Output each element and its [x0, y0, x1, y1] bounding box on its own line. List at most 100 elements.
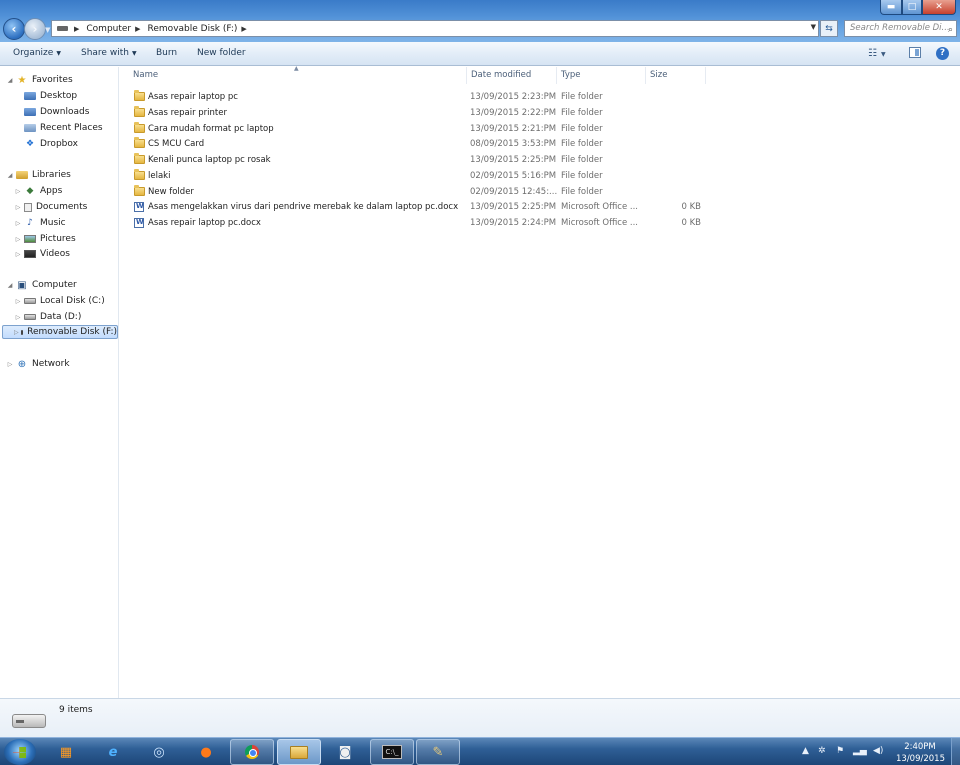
chevron-right-icon[interactable]: ▶: [74, 25, 79, 33]
collapse-arrow-icon[interactable]: ◢: [6, 282, 14, 289]
network-signal-icon[interactable]: ▂▄: [853, 746, 867, 756]
forward-button[interactable]: ›: [24, 18, 46, 40]
table-row[interactable]: New folder 02/09/2015 12:45:... File folde…: [120, 184, 720, 200]
refresh-button[interactable]: ⇆: [820, 20, 838, 37]
table-row[interactable]: Asas mengelakkan virus dari pendrive mer…: [120, 200, 720, 215]
taskbar-paint-button[interactable]: ✎: [416, 739, 460, 765]
search-icon[interactable]: ⌕: [948, 23, 953, 36]
burn-button[interactable]: Burn: [156, 48, 177, 58]
nav-libraries[interactable]: ◢ Libraries: [6, 168, 71, 182]
expand-arrow-icon[interactable]: ▷: [6, 361, 14, 368]
file-type: File folder: [561, 92, 603, 102]
nav-downloads[interactable]: Downloads: [14, 105, 89, 119]
table-row[interactable]: Kenali punca laptop pc rosak 13/09/2015 2…: [120, 153, 720, 168]
column-header-type[interactable]: Type: [557, 67, 646, 84]
action-center-flag-icon[interactable]: ⚑: [836, 746, 844, 756]
taskbar-firefox-button[interactable]: ●: [184, 739, 228, 765]
title-bar: ‹ › ▼ ▶ Computer ▶ Removable Disk (F:) ▶…: [0, 0, 960, 42]
taskbar-launcher-button[interactable]: ▦: [44, 739, 88, 765]
help-button[interactable]: ?: [936, 47, 949, 60]
preview-pane-button[interactable]: [909, 47, 921, 58]
hard-disk-icon: [24, 298, 36, 304]
nav-videos[interactable]: ▷ Videos: [14, 247, 70, 261]
nav-music[interactable]: ▷ ♪ Music: [14, 216, 66, 230]
file-list[interactable]: ▲ Name Date modified Type Size Asas repa…: [120, 65, 960, 698]
expand-arrow-icon[interactable]: ▷: [14, 236, 22, 243]
share-with-button[interactable]: Share with ▼: [81, 48, 137, 58]
recent-places-icon: [24, 124, 36, 132]
table-row[interactable]: Asas repair laptop pc 13/09/2015 2:23:PM F…: [120, 90, 720, 105]
expand-arrow-icon[interactable]: ▷: [14, 220, 22, 227]
taskbar-camera-button[interactable]: ◙: [323, 739, 367, 765]
taskbar-cmd-button[interactable]: C:\_: [370, 739, 414, 765]
organize-button[interactable]: Organize ▼: [13, 48, 61, 58]
breadcrumb-removable-disk[interactable]: Removable Disk (F:): [148, 24, 238, 34]
clock-time[interactable]: 2:40PM: [904, 742, 936, 752]
volume-icon[interactable]: ◀): [873, 746, 883, 756]
usb-device-icon[interactable]: ✲: [818, 746, 826, 756]
minimize-button[interactable]: ▬: [880, 0, 902, 15]
nav-pictures[interactable]: ▷ Pictures: [14, 232, 76, 246]
table-row[interactable]: Cara mudah format pc laptop 13/09/2015 2:…: [120, 121, 720, 137]
table-row[interactable]: CS MCU Card 08/09/2015 3:53:PM File folder: [120, 137, 720, 152]
table-row[interactable]: Asas repair laptop pc.docx 13/09/2015 2:2…: [120, 216, 720, 231]
nav-recent-places[interactable]: Recent Places: [14, 121, 103, 135]
close-button[interactable]: ✕: [922, 0, 956, 15]
expand-arrow-icon[interactable]: ▷: [14, 251, 22, 258]
maximize-button[interactable]: □: [902, 0, 922, 15]
folder-icon: [134, 105, 145, 117]
new-folder-button[interactable]: New folder: [197, 48, 246, 58]
chevron-right-icon[interactable]: ▶: [135, 25, 140, 33]
nav-removable-disk[interactable]: ▷ Removable Disk (F:): [2, 325, 118, 339]
nav-dropbox[interactable]: ❖ Dropbox: [14, 137, 78, 151]
start-button[interactable]: [4, 739, 36, 765]
show-hidden-icons-icon[interactable]: ▲: [802, 746, 809, 756]
nav-desktop[interactable]: Desktop: [14, 89, 77, 103]
address-dropdown-icon[interactable]: ▼: [811, 23, 816, 31]
expand-arrow-icon[interactable]: ▷: [14, 314, 22, 321]
clock-date[interactable]: 13/09/2015: [896, 754, 945, 764]
window-controls: ▬ □ ✕: [880, 0, 956, 16]
file-date-modified: 13/09/2015 2:23:PM: [470, 92, 557, 102]
change-view-button[interactable]: ☷ ▼: [868, 48, 886, 59]
address-bar[interactable]: ▶ Computer ▶ Removable Disk (F:) ▶ ▼: [51, 20, 819, 37]
collapse-arrow-icon[interactable]: ◢: [6, 77, 14, 84]
navigation-pane[interactable]: ◢ ★ Favorites Desktop Downloads Recent Pla…: [0, 67, 119, 698]
taskbar-safari-button[interactable]: ◎: [137, 739, 181, 765]
expand-arrow-icon[interactable]: ▷: [14, 188, 22, 195]
chevron-right-icon[interactable]: ▶: [241, 25, 246, 33]
recent-pages-dropdown-icon[interactable]: ▼: [45, 26, 50, 34]
table-row[interactable]: Asas repair printer 13/09/2015 2:22:PM Fil…: [120, 105, 720, 121]
column-header-name[interactable]: Name: [129, 67, 467, 84]
expand-arrow-icon[interactable]: ▷: [14, 329, 19, 336]
drive-icon: [57, 26, 68, 31]
nav-label: Downloads: [40, 107, 90, 117]
expand-arrow-icon[interactable]: ▷: [14, 298, 22, 305]
breadcrumb-computer[interactable]: Computer: [86, 24, 131, 34]
column-header-date-modified[interactable]: Date modified: [467, 67, 557, 84]
show-desktop-button[interactable]: [951, 738, 960, 765]
internet-explorer-icon: e: [108, 744, 118, 760]
file-date-modified: 02/09/2015 5:16:PM: [470, 170, 557, 181]
expand-arrow-icon[interactable]: ▷: [14, 204, 22, 211]
nav-apps[interactable]: ▷ ◆ Apps: [14, 184, 63, 198]
collapse-arrow-icon[interactable]: ◢: [6, 172, 14, 179]
taskbar-ie-button[interactable]: e: [91, 739, 135, 765]
nav-network[interactable]: ▷ ⊕ Network: [6, 357, 70, 371]
nav-documents[interactable]: ▷ Documents: [14, 200, 88, 214]
file-date-modified: 08/09/2015 3:53:PM: [470, 139, 557, 150]
nav-computer[interactable]: ◢ ▣ Computer: [6, 278, 77, 292]
column-header-size[interactable]: Size: [646, 67, 706, 84]
nav-data-disk[interactable]: ▷ Data (D:): [14, 310, 82, 324]
table-row[interactable]: lelaki 02/09/2015 5:16:PM File folder: [120, 168, 720, 184]
back-button[interactable]: ‹: [3, 18, 25, 40]
file-type: File folder: [561, 155, 603, 165]
taskbar-explorer-button[interactable]: [277, 739, 321, 765]
nav-local-disk[interactable]: ▷ Local Disk (C:): [14, 294, 105, 308]
taskbar-chrome-button[interactable]: [230, 739, 274, 765]
nav-label: Computer: [32, 280, 77, 290]
search-input[interactable]: Search Removable Di... ⌕: [844, 20, 957, 37]
nav-favorites[interactable]: ◢ ★ Favorites: [6, 73, 73, 87]
hard-disk-icon: [24, 314, 36, 320]
nav-label: Desktop: [40, 91, 78, 101]
